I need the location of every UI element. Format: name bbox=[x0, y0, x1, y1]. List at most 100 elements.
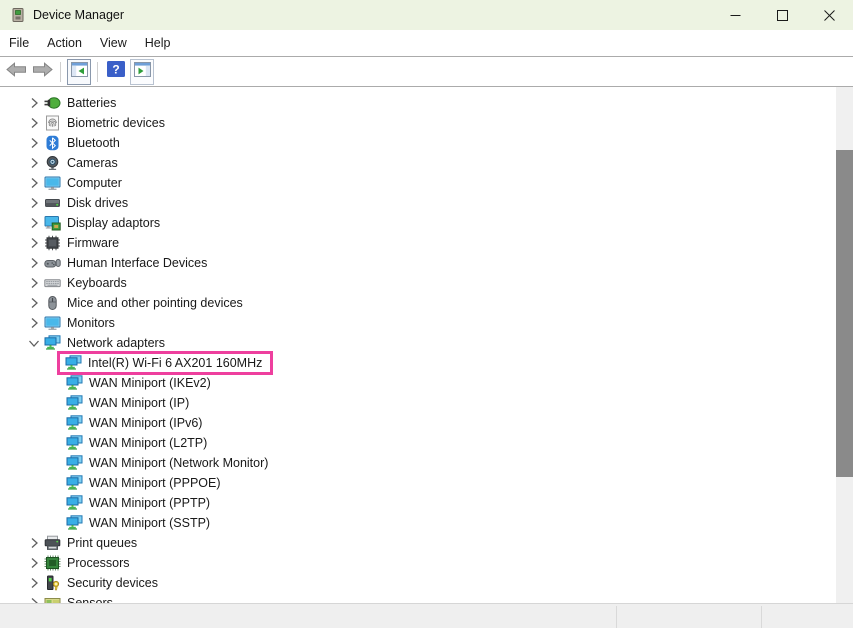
status-strip bbox=[0, 603, 853, 628]
chevron-right-icon[interactable] bbox=[26, 595, 44, 603]
tree-item-label[interactable]: Batteries bbox=[67, 95, 116, 111]
tree-item-label[interactable]: WAN Miniport (IPv6) bbox=[89, 415, 202, 431]
network-adapter-icon bbox=[65, 355, 82, 371]
tree-item-label[interactable]: Mice and other pointing devices bbox=[67, 295, 243, 311]
tree-item-monitors[interactable]: Monitors bbox=[0, 313, 836, 333]
chevron-down-icon[interactable] bbox=[26, 335, 44, 351]
close-button[interactable] bbox=[806, 0, 853, 30]
tree-item-biometric-devices[interactable]: Biometric devices bbox=[0, 113, 836, 133]
tree-item-wan-miniport-sstp[interactable]: WAN Miniport (SSTP) bbox=[0, 513, 836, 533]
back-button[interactable] bbox=[4, 59, 28, 85]
tree-item-wan-miniport-network-monitor[interactable]: WAN Miniport (Network Monitor) bbox=[0, 453, 836, 473]
toolbar-separator bbox=[97, 62, 98, 82]
chevron-right-icon[interactable] bbox=[26, 195, 44, 211]
network-adapter-icon bbox=[66, 395, 83, 411]
minimize-button[interactable] bbox=[712, 0, 759, 30]
menu-item-file[interactable]: File bbox=[0, 30, 38, 56]
vertical-scrollbar[interactable] bbox=[836, 87, 853, 603]
forward-button[interactable] bbox=[30, 59, 54, 85]
tree-item-label[interactable]: Bluetooth bbox=[67, 135, 120, 151]
tree-item-label[interactable]: Computer bbox=[67, 175, 122, 191]
tree-item-label[interactable]: Cameras bbox=[67, 155, 118, 171]
security-icon bbox=[44, 575, 61, 591]
menu-item-action[interactable]: Action bbox=[38, 30, 91, 56]
tree-item-intel-r-wi-fi-6-ax201-160mhz[interactable]: Intel(R) Wi-Fi 6 AX201 160MHz bbox=[0, 353, 836, 373]
menu-bar: FileActionViewHelp bbox=[0, 30, 853, 57]
tree-item-computer[interactable]: Computer bbox=[0, 173, 836, 193]
tree-item-label[interactable]: Processors bbox=[67, 555, 130, 571]
tree-item-cameras[interactable]: Cameras bbox=[0, 153, 836, 173]
scrollbar-thumb[interactable] bbox=[836, 150, 853, 477]
tree-item-disk-drives[interactable]: Disk drives bbox=[0, 193, 836, 213]
tree-item-keyboards[interactable]: Keyboards bbox=[0, 273, 836, 293]
chevron-right-icon[interactable] bbox=[26, 135, 44, 151]
title-bar: Device Manager bbox=[0, 0, 853, 30]
tree-item-label[interactable]: Firmware bbox=[67, 235, 119, 251]
tree-item-human-interface-devices[interactable]: Human Interface Devices bbox=[0, 253, 836, 273]
tree-item-processors[interactable]: Processors bbox=[0, 553, 836, 573]
tree-item-label[interactable]: WAN Miniport (PPTP) bbox=[89, 495, 210, 511]
tree-item-label[interactable]: WAN Miniport (IP) bbox=[89, 395, 189, 411]
tree-item-label[interactable]: WAN Miniport (L2TP) bbox=[89, 435, 207, 451]
tree-item-batteries[interactable]: Batteries bbox=[0, 93, 836, 113]
tree-item-label[interactable]: Security devices bbox=[67, 575, 158, 591]
battery-icon bbox=[44, 95, 61, 111]
tree-item-firmware[interactable]: Firmware bbox=[0, 233, 836, 253]
tree-item-label[interactable]: Display adaptors bbox=[67, 215, 160, 231]
tree-item-security-devices[interactable]: Security devices bbox=[0, 573, 836, 593]
network-adapter-icon bbox=[66, 475, 83, 491]
tree-item-label[interactable]: Sensors bbox=[67, 595, 113, 603]
chevron-right-icon[interactable] bbox=[26, 95, 44, 111]
help-button[interactable]: ? bbox=[104, 59, 128, 85]
tree-item-network-adapters[interactable]: Network adapters bbox=[0, 333, 836, 353]
tree-item-label[interactable]: Biometric devices bbox=[67, 115, 165, 131]
keyboard-icon bbox=[44, 275, 61, 291]
tree-item-display-adaptors[interactable]: Display adaptors bbox=[0, 213, 836, 233]
chevron-right-icon[interactable] bbox=[26, 215, 44, 231]
tree-item-label[interactable]: Network adapters bbox=[67, 335, 165, 351]
chevron-right-icon[interactable] bbox=[26, 235, 44, 251]
chevron-right-icon[interactable] bbox=[26, 555, 44, 571]
status-divider bbox=[761, 606, 762, 628]
window-title: Device Manager bbox=[33, 8, 124, 22]
toolbar-separator bbox=[60, 62, 61, 82]
status-divider bbox=[616, 606, 617, 628]
tree-item-label[interactable]: Print queues bbox=[67, 535, 137, 551]
tree-item-wan-miniport-ikev2[interactable]: WAN Miniport (IKEv2) bbox=[0, 373, 836, 393]
chevron-right-icon[interactable] bbox=[26, 255, 44, 271]
menu-item-view[interactable]: View bbox=[91, 30, 136, 56]
chevron-right-icon[interactable] bbox=[26, 275, 44, 291]
tree-item-wan-miniport-l2tp[interactable]: WAN Miniport (L2TP) bbox=[0, 433, 836, 453]
forward-arrow-icon bbox=[32, 62, 53, 82]
tree-item-label[interactable]: Human Interface Devices bbox=[67, 255, 207, 271]
tree-item-label[interactable]: WAN Miniport (PPPOE) bbox=[89, 475, 221, 491]
tree-item-label[interactable]: WAN Miniport (IKEv2) bbox=[89, 375, 211, 391]
tree-item-wan-miniport-pptp[interactable]: WAN Miniport (PPTP) bbox=[0, 493, 836, 513]
tree-item-sensors[interactable]: Sensors bbox=[0, 593, 836, 603]
tree-item-label[interactable]: Monitors bbox=[67, 315, 115, 331]
network-adapter-icon bbox=[66, 455, 83, 471]
tree-item-label[interactable]: Intel(R) Wi-Fi 6 AX201 160MHz bbox=[88, 355, 262, 371]
chevron-right-icon[interactable] bbox=[26, 535, 44, 551]
tree-item-bluetooth[interactable]: Bluetooth bbox=[0, 133, 836, 153]
tree-item-wan-miniport-ipv6[interactable]: WAN Miniport (IPv6) bbox=[0, 413, 836, 433]
tree-item-print-queues[interactable]: Print queues bbox=[0, 533, 836, 553]
tree-item-label[interactable]: Disk drives bbox=[67, 195, 128, 211]
chevron-right-icon[interactable] bbox=[26, 575, 44, 591]
maximize-button[interactable] bbox=[759, 0, 806, 30]
chevron-right-icon[interactable] bbox=[26, 295, 44, 311]
tree-item-label[interactable]: WAN Miniport (SSTP) bbox=[89, 515, 210, 531]
tree-item-label[interactable]: Keyboards bbox=[67, 275, 127, 291]
chevron-right-icon[interactable] bbox=[26, 175, 44, 191]
tree-item-wan-miniport-ip[interactable]: WAN Miniport (IP) bbox=[0, 393, 836, 413]
tree-item-wan-miniport-pppoe[interactable]: WAN Miniport (PPPOE) bbox=[0, 473, 836, 493]
tree-item-label[interactable]: WAN Miniport (Network Monitor) bbox=[89, 455, 268, 471]
show-hide-console-tree-button[interactable] bbox=[67, 59, 91, 85]
chevron-right-icon[interactable] bbox=[26, 115, 44, 131]
chevron-right-icon[interactable] bbox=[26, 155, 44, 171]
device-manager-icon bbox=[10, 7, 26, 23]
chevron-right-icon[interactable] bbox=[26, 315, 44, 331]
tree-item-mice-and-other-pointing-devices[interactable]: Mice and other pointing devices bbox=[0, 293, 836, 313]
menu-item-help[interactable]: Help bbox=[136, 30, 180, 56]
show-hide-action-pane-button[interactable] bbox=[130, 59, 154, 85]
